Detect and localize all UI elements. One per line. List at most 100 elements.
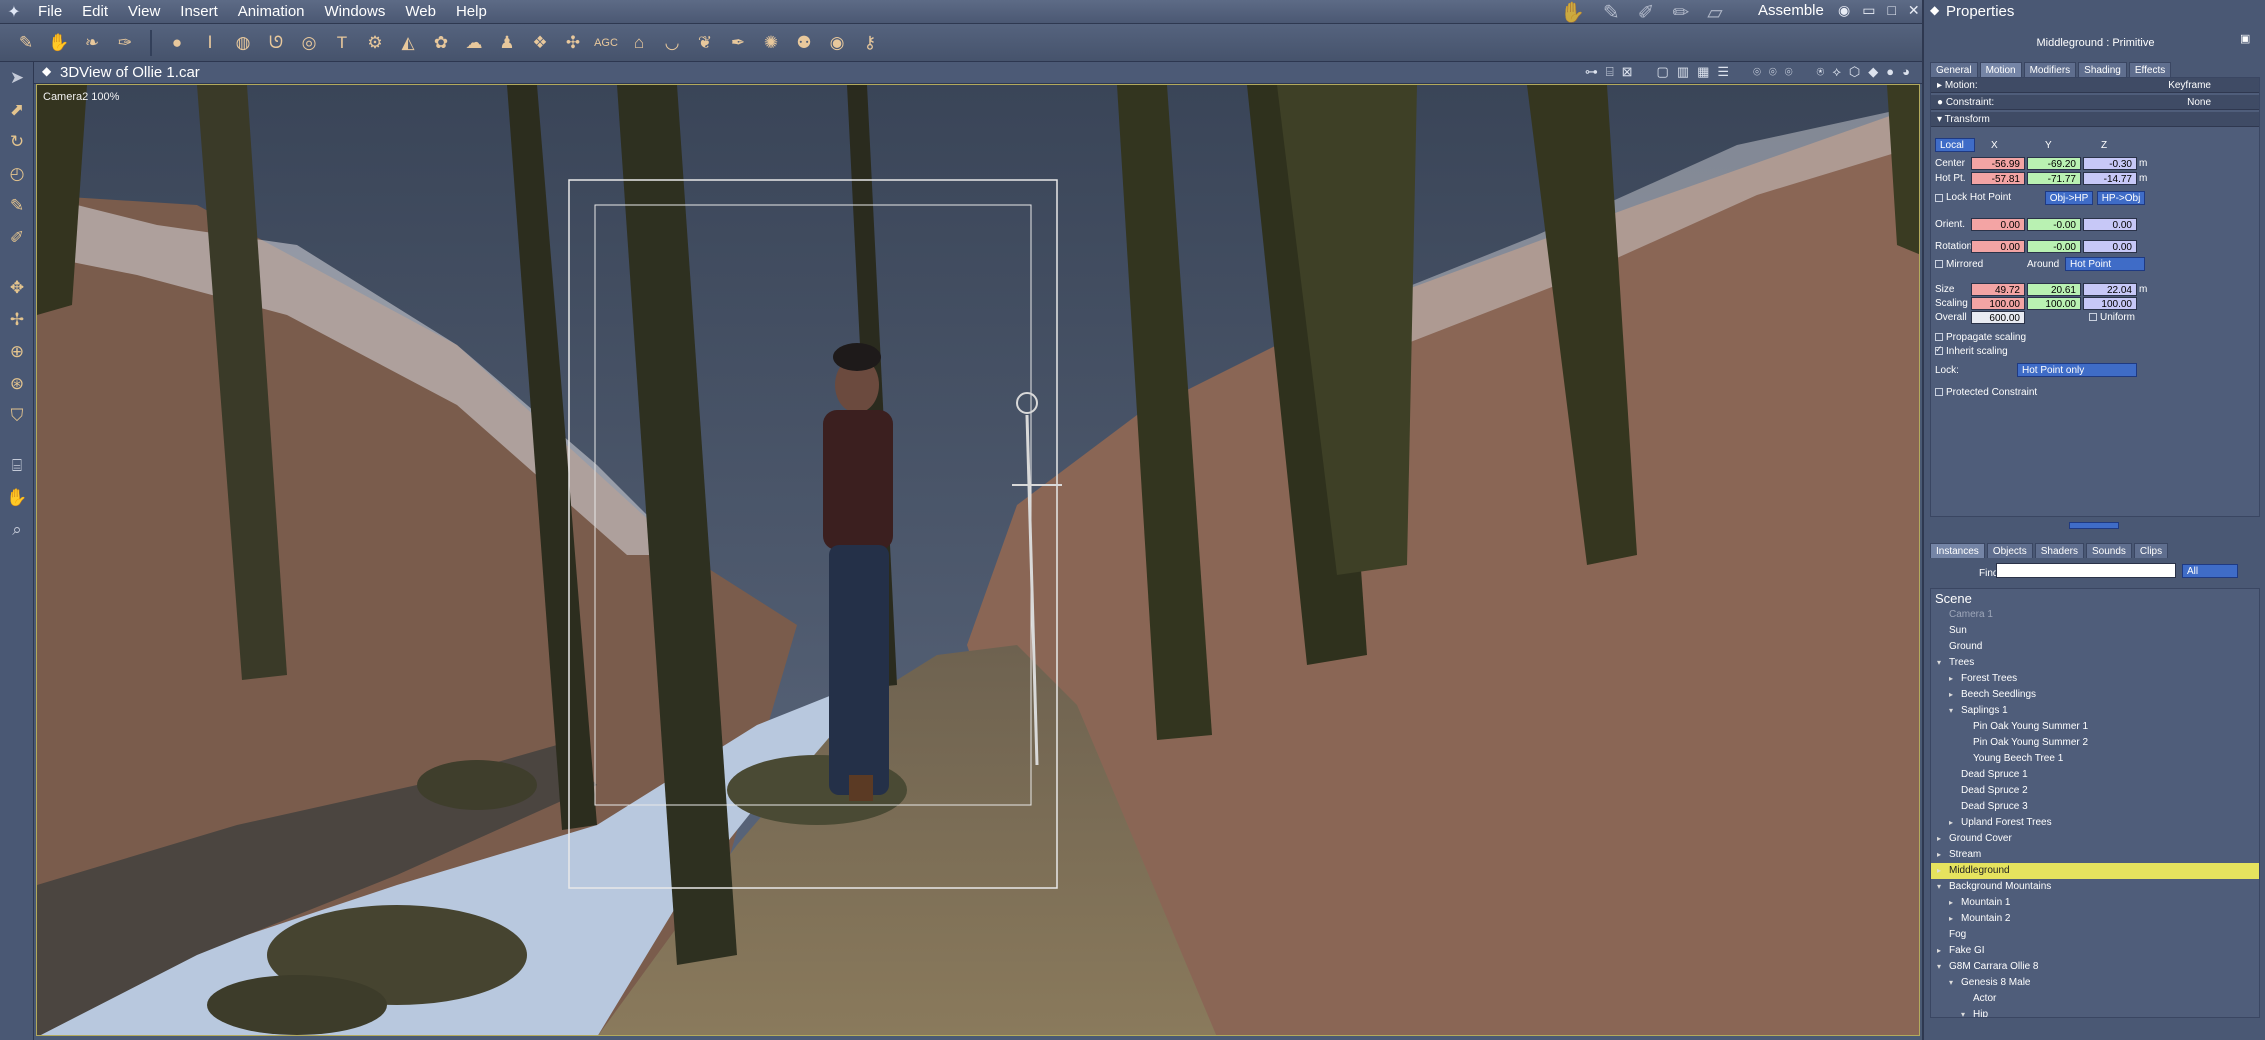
filter-dropdown[interactable]: All xyxy=(2182,564,2238,578)
pen-icon[interactable]: ✎ xyxy=(0,190,34,222)
collapsed-arrow-icon[interactable]: ▸ xyxy=(1949,815,1953,831)
gear-icon[interactable]: ⚙ xyxy=(363,30,387,56)
expanded-arrow-icon[interactable]: ▾ xyxy=(1937,959,1941,975)
split-view-icon[interactable]: ▥ xyxy=(1677,64,1689,80)
collapsed-arrow-icon[interactable]: ▸ xyxy=(1949,671,1953,687)
translate-icon[interactable]: ✥ xyxy=(0,272,34,304)
brush-icon[interactable]: ✎ xyxy=(14,30,38,56)
mirrored-checkbox[interactable] xyxy=(1935,260,1943,268)
propagate-scaling-checkbox[interactable] xyxy=(1935,333,1943,341)
tab-sounds[interactable]: Sounds xyxy=(2085,543,2132,558)
center-y-field[interactable]: -69.20 xyxy=(2027,157,2081,170)
bounding-box-icon[interactable]: ⬡ xyxy=(1849,64,1860,80)
camera-icon[interactable]: ⌸ xyxy=(0,450,34,482)
shaders-room-icon[interactable]: ✎ xyxy=(1603,0,1620,25)
sphere-icon[interactable]: ● xyxy=(165,30,189,56)
tree-item[interactable]: Sun xyxy=(1931,623,2259,639)
hand-icon[interactable]: ✋ xyxy=(47,30,71,56)
menu-help[interactable]: Help xyxy=(446,3,497,20)
minimize-icon[interactable]: ▭ xyxy=(1862,2,1875,19)
target-icon[interactable]: ◉ xyxy=(825,30,849,56)
hotpt-x-field[interactable]: -57.81 xyxy=(1971,172,2025,185)
collapsed-arrow-icon[interactable]: ▸ xyxy=(1937,831,1941,847)
cloud-icon[interactable]: ☁ xyxy=(462,30,486,56)
bowl-icon[interactable]: ◡ xyxy=(660,30,684,56)
tree-item[interactable]: ▸ Forest Trees xyxy=(1931,671,2259,687)
expanded-arrow-icon[interactable]: ▾ xyxy=(1949,703,1953,719)
flat-shade-icon[interactable]: ◆ xyxy=(1868,64,1878,80)
hotpt-y-field[interactable]: -71.77 xyxy=(2027,172,2081,185)
3d-viewport[interactable]: Camera2 100% xyxy=(36,84,1920,1036)
tree-item[interactable]: Young Beech Tree 1 xyxy=(1931,751,2259,767)
orient-y-field[interactable]: -0.00 xyxy=(2027,218,2081,231)
tab-clips[interactable]: Clips xyxy=(2133,543,2169,558)
collapse-arrow-icon[interactable]: ▾ xyxy=(1937,114,1945,125)
bulb-icon[interactable]: ✺ xyxy=(759,30,783,56)
size-y-field[interactable]: 20.61 xyxy=(2027,283,2081,296)
uniform-checkbox[interactable] xyxy=(2089,313,2097,321)
expand-arrow-icon[interactable]: ▸ xyxy=(1937,80,1945,91)
menu-file[interactable]: File xyxy=(28,3,72,20)
menu-insert[interactable]: Insert xyxy=(170,3,228,20)
hp-to-obj-button[interactable]: HP->Obj xyxy=(2097,191,2145,205)
shield-icon[interactable]: ⛉ xyxy=(0,400,34,432)
list-view-icon[interactable]: ☰ xyxy=(1717,64,1729,80)
tab-motion[interactable]: Motion xyxy=(1979,62,2022,77)
maximize-icon[interactable]: □ xyxy=(1887,2,1895,19)
tree-item[interactable]: ▸ Upland Forest Trees xyxy=(1931,815,2259,831)
find-input[interactable] xyxy=(1996,563,2176,578)
size-z-field[interactable]: 22.04 xyxy=(2083,283,2137,296)
menu-view[interactable]: View xyxy=(118,3,170,20)
motion-value[interactable]: Keyframe xyxy=(2168,78,2211,93)
menu-edit[interactable]: Edit xyxy=(72,3,118,20)
rotation-z-field[interactable]: 0.00 xyxy=(2083,240,2137,253)
skeleton-icon[interactable]: ⚉ xyxy=(792,30,816,56)
expanded-arrow-icon[interactable]: ▾ xyxy=(1937,879,1941,895)
smooth-shade-icon[interactable]: ● xyxy=(1886,64,1894,80)
tree-item[interactable]: Fog xyxy=(1931,927,2259,943)
inherit-scaling-checkbox[interactable] xyxy=(1935,344,1943,355)
transform-header[interactable]: ▾ Transform xyxy=(1931,112,2259,127)
rotate-icon[interactable]: ↻ xyxy=(0,126,34,158)
hotpt-z-field[interactable]: -14.77 xyxy=(2083,172,2137,185)
menu-web[interactable]: Web xyxy=(395,3,446,20)
orient-x-field[interactable]: 0.00 xyxy=(1971,218,2025,231)
tree-item[interactable]: ▸ Mountain 2 xyxy=(1931,911,2259,927)
tree-item[interactable]: ▸ Beech Seedlings xyxy=(1931,687,2259,703)
crowd-icon[interactable]: ❖ xyxy=(528,30,552,56)
overall-field[interactable]: 600.00 xyxy=(1971,311,2025,324)
tree-item[interactable]: ▾ Trees xyxy=(1931,655,2259,671)
camera-a-icon[interactable]: ⌾ xyxy=(1753,64,1761,80)
collapsed-arrow-icon[interactable]: ▸ xyxy=(1937,943,1941,959)
tree-item[interactable]: ▸ Mountain 1 xyxy=(1931,895,2259,911)
arrow-select-icon[interactable]: ➤ xyxy=(0,62,34,94)
tree-item[interactable]: Dead Spruce 1 xyxy=(1931,767,2259,783)
collapsed-arrow-icon[interactable]: ▸ xyxy=(1949,687,1953,703)
sphere-rotate-icon[interactable]: ⊛ xyxy=(0,368,34,400)
quad-view-icon[interactable]: ▦ xyxy=(1697,64,1709,80)
scaling-z-field[interactable]: 100.00 xyxy=(2083,297,2137,310)
constraint-row[interactable]: ● Constraint: None xyxy=(1931,95,2259,110)
app-logo-icon[interactable]: ✦ xyxy=(0,0,28,24)
torus-icon[interactable]: ◎ xyxy=(297,30,321,56)
space-dropdown[interactable]: Local xyxy=(1935,138,1975,152)
orient-z-field[interactable]: 0.00 xyxy=(2083,218,2137,231)
tree-item[interactable]: ▸ Middleground xyxy=(1931,863,2259,879)
protected-constraint-checkbox[interactable] xyxy=(1935,388,1943,396)
lock-hot-point-checkbox[interactable] xyxy=(1935,194,1943,202)
tree-item[interactable]: ▸ Stream xyxy=(1931,847,2259,863)
tree-item[interactable]: Pin Oak Young Summer 1 xyxy=(1931,719,2259,735)
lock-dropdown[interactable]: Hot Point only xyxy=(2017,363,2137,377)
spiral-icon[interactable]: ◴ xyxy=(0,158,34,190)
rotation-x-field[interactable]: 0.00 xyxy=(1971,240,2025,253)
tab-shaders[interactable]: Shaders xyxy=(2034,543,2084,558)
expanded-arrow-icon[interactable]: ▾ xyxy=(1961,1007,1965,1017)
column-icon[interactable]: Ⅰ xyxy=(198,30,222,56)
plant-icon[interactable]: ✿ xyxy=(429,30,453,56)
expanded-arrow-icon[interactable]: ▾ xyxy=(1937,655,1941,671)
pan-hand-icon[interactable]: ✋ xyxy=(0,482,34,514)
scaling-x-field[interactable]: 100.00 xyxy=(1971,297,2025,310)
move-xyz-icon[interactable]: ✢ xyxy=(0,304,34,336)
scaling-y-field[interactable]: 100.00 xyxy=(2027,297,2081,310)
text-icon[interactable]: T xyxy=(330,30,354,56)
